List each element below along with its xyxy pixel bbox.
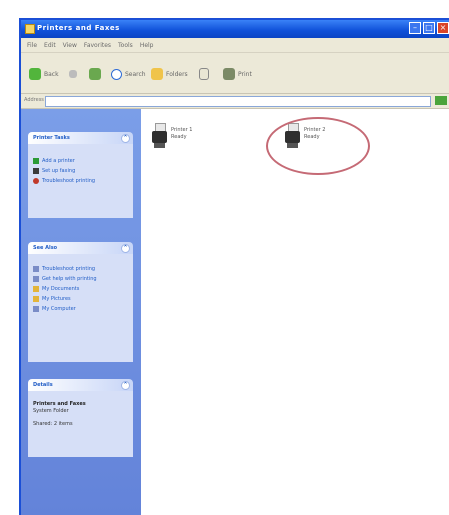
see-also-header[interactable]: See Also ^ <box>28 242 133 254</box>
details-panel: Details ^ Printers and Faxes System Fold… <box>28 379 133 457</box>
see-also-label: My Pictures <box>42 296 71 302</box>
task-troubleshoot[interactable]: Troubleshoot printing <box>33 176 128 186</box>
see-also-label: My Documents <box>42 286 80 292</box>
minimize-button[interactable]: – <box>409 22 421 34</box>
address-bar: Address <box>21 94 449 109</box>
printer-tasks-body: Add a printer Set up faxing Troubleshoot… <box>28 144 133 218</box>
title-bar[interactable]: Printers and Faxes – □ × <box>21 20 449 38</box>
see-also-item[interactable]: My Documents <box>33 284 128 294</box>
task-pane: Printer Tasks ^ Add a printer Set up fax… <box>21 109 141 515</box>
see-also-body: Troubleshoot printing Get help with prin… <box>28 254 133 362</box>
views-icon <box>199 68 209 80</box>
see-also-item[interactable]: Troubleshoot printing <box>33 264 128 274</box>
see-also-item[interactable]: Get help with printing <box>33 274 128 284</box>
printer-icon <box>223 68 235 80</box>
menu-favorites[interactable]: Favorites <box>84 42 111 49</box>
menu-help[interactable]: Help <box>140 42 154 49</box>
address-field[interactable] <box>45 96 431 107</box>
printer-label: Printer 1 Ready <box>171 123 192 141</box>
menu-file[interactable]: File <box>27 42 37 49</box>
back-label: Back <box>44 70 59 78</box>
go-button[interactable] <box>435 96 447 105</box>
task-add-printer[interactable]: Add a printer <box>33 156 128 166</box>
see-also-panel: See Also ^ Troubleshoot printing Get hel… <box>28 242 133 362</box>
printer-icon <box>152 123 167 149</box>
printer-tasks-title: Printer Tasks <box>33 135 70 141</box>
explorer-window: Printers and Faxes – □ × File Edit View … <box>19 18 449 515</box>
print-label: Print <box>238 70 252 78</box>
see-also-label: My Computer <box>42 306 76 312</box>
troubleshoot-icon <box>33 178 39 184</box>
task-label: Set up faxing <box>42 168 76 174</box>
details-header[interactable]: Details ^ <box>28 379 133 391</box>
up-folder-icon <box>89 68 101 80</box>
see-also-label: Get help with printing <box>42 276 97 282</box>
window-controls: – □ × <box>409 22 449 34</box>
collapse-icon[interactable]: ^ <box>121 133 130 143</box>
views-button[interactable] <box>199 65 209 83</box>
collapse-icon[interactable]: ^ <box>121 243 130 253</box>
printer-tasks-panel: Printer Tasks ^ Add a printer Set up fax… <box>28 132 133 218</box>
task-label: Add a printer <box>42 158 75 164</box>
printer-status: Ready <box>171 134 187 140</box>
details-info: Shared: 2 items <box>33 421 73 427</box>
help-icon <box>33 266 39 272</box>
menu-edit[interactable]: Edit <box>44 42 56 49</box>
see-also-item[interactable]: My Computer <box>33 304 128 314</box>
window-title: Printers and Faxes <box>37 24 120 32</box>
see-also-title: See Also <box>33 245 58 251</box>
print-button[interactable]: Print <box>223 65 252 83</box>
menu-view[interactable]: View <box>63 42 77 49</box>
help-icon <box>33 276 39 282</box>
computer-icon <box>33 306 39 312</box>
see-also-item[interactable]: My Pictures <box>33 294 128 304</box>
folder-icon <box>25 24 35 34</box>
up-button[interactable] <box>89 65 101 83</box>
folders-icon <box>151 68 163 80</box>
folders-button[interactable]: Folders <box>151 65 188 83</box>
folders-label: Folders <box>166 70 188 78</box>
back-button[interactable]: Back <box>29 65 59 83</box>
details-name: Printers and Faxes <box>33 401 86 407</box>
task-set-up-faxing[interactable]: Set up faxing <box>33 166 128 176</box>
details-body: Printers and Faxes System Folder Shared:… <box>28 391 133 457</box>
fax-icon <box>33 168 39 174</box>
close-button[interactable]: × <box>437 22 449 34</box>
printer-tasks-header[interactable]: Printer Tasks ^ <box>28 132 133 144</box>
collapse-icon[interactable]: ^ <box>121 380 130 390</box>
forward-arrow-icon <box>69 70 77 78</box>
details-type: System Folder <box>33 408 69 414</box>
menu-tools[interactable]: Tools <box>118 42 133 49</box>
menu-bar: File Edit View Favorites Tools Help <box>21 38 449 53</box>
address-label: Address <box>24 97 44 103</box>
search-icon <box>111 68 122 80</box>
see-also-label: Troubleshoot printing <box>42 266 96 272</box>
printer-name: Printer 1 <box>171 127 193 133</box>
highlight-ring <box>266 117 370 175</box>
forward-button[interactable] <box>69 65 77 83</box>
printer-list: Printer 1 Ready Printer 2 Ready <box>142 109 449 515</box>
back-arrow-icon <box>29 68 41 80</box>
details-title: Details <box>33 382 53 388</box>
search-label: Search <box>125 70 146 78</box>
folder-icon <box>33 286 39 292</box>
search-button[interactable]: Search <box>111 65 146 83</box>
add-printer-icon <box>33 158 39 164</box>
printer-item[interactable]: Printer 1 Ready <box>152 123 192 149</box>
task-label: Troubleshoot printing <box>42 178 96 184</box>
folder-icon <box>33 296 39 302</box>
maximize-button[interactable]: □ <box>423 22 435 34</box>
toolbar: Back Search Folders Print <box>21 53 449 94</box>
